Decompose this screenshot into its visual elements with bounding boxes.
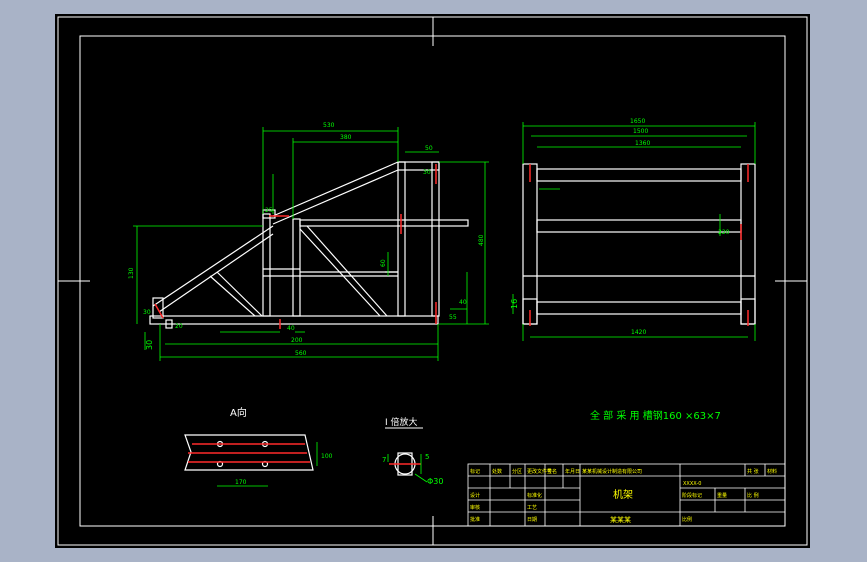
dim-text-second: 380 xyxy=(340,134,352,141)
tb-zone: 分区 xyxy=(512,468,522,475)
tb-ymd: 年月日 xyxy=(565,468,580,475)
front-beam-top xyxy=(536,168,742,182)
detail-text-diameter: Φ30 xyxy=(427,477,443,486)
front-dim-text-third: 1360 xyxy=(635,140,650,147)
dim-text-small-c: 40 xyxy=(459,299,467,306)
front-dim-text-left: 16 xyxy=(510,299,519,309)
tb-project: 某某机械设计制造有限公司 xyxy=(582,468,642,475)
tb-sheet: 共 张 xyxy=(747,468,759,475)
tb-checker: 审核 xyxy=(470,504,480,511)
dim-text-small-a: 30 xyxy=(423,169,431,176)
front-post-right xyxy=(740,163,756,325)
material-note: 全 部 采 用 槽钢160 ×63×7 xyxy=(590,409,721,422)
tb-mark: 标记 xyxy=(470,468,480,475)
tb-date: 日期 xyxy=(527,517,537,523)
tb-sign: 签名 xyxy=(547,468,557,475)
side-view: 530 380 50 130 30 200 560 480 30 60 40 5… xyxy=(128,122,489,361)
front-dim-text-second: 1500 xyxy=(633,128,648,135)
tb-weight: 重量 xyxy=(717,492,727,499)
diag-2a xyxy=(209,275,256,317)
tb-approver: 批准 xyxy=(470,516,480,523)
front-beam-bottom xyxy=(536,301,742,315)
title-block: 标记 处数 分区 更改文件号 签名 年月日 设计 标准化 审核 工艺 批准 日期… xyxy=(467,463,786,527)
detail-view: I 倍放大 5 7 Φ30 xyxy=(382,416,443,486)
front-beam-mid xyxy=(536,219,742,233)
detail-title: I 倍放大 xyxy=(385,416,418,428)
dim-text-left-height: 130 xyxy=(128,267,135,279)
dim-text-bottom-mid: 200 xyxy=(291,337,303,344)
dim-text-small-b: 60 xyxy=(380,259,387,267)
incline-lower-1 xyxy=(152,225,274,307)
dim-text-bottom-overall: 560 xyxy=(295,350,307,357)
right-post-front xyxy=(397,161,406,317)
tb-std: 标准化 xyxy=(527,492,542,499)
base-beam xyxy=(149,315,439,325)
a-dim-text-bottom: 170 xyxy=(235,479,247,486)
front-dim-text-top: 1650 xyxy=(630,118,645,125)
dim-text-small-h: 30 xyxy=(143,309,151,316)
tb-scale: 比例 xyxy=(682,516,692,523)
dim-text-small-g: 20 xyxy=(175,323,183,330)
detail-text-5: 5 xyxy=(425,453,429,461)
a-view-title: A向 xyxy=(230,406,247,419)
mid-post-2 xyxy=(292,218,301,317)
dim-text-right-height: 480 xyxy=(478,234,485,246)
dim-text-top: 530 xyxy=(323,122,335,129)
dim-text-small-e: 25 xyxy=(265,207,273,214)
diag-2b xyxy=(216,271,263,317)
tb-stage: 阶段标记 xyxy=(682,492,702,499)
tb-company: 某某某 xyxy=(610,516,631,524)
tb-drawing-no: XXXX-0 xyxy=(683,481,701,487)
dim-text-small-f: 40 xyxy=(287,325,295,332)
front-dim-text-bottom: 1420 xyxy=(631,329,646,336)
a-dim-text-right: 100 xyxy=(321,453,333,460)
incline-upper-2 xyxy=(272,169,399,225)
top-cap xyxy=(397,161,440,171)
dim-text-small-d: 55 xyxy=(449,314,457,321)
front-dim-text-mid: 220 xyxy=(718,229,730,236)
right-post-back xyxy=(431,161,440,317)
tb-count: 处数 xyxy=(492,468,502,475)
tb-drawing-name: 机架 xyxy=(613,488,633,501)
drawing-sheet: 530 380 50 130 30 200 560 480 30 60 40 5… xyxy=(55,14,810,548)
detail-text-7: 7 xyxy=(382,456,386,464)
incline-upper-1 xyxy=(272,161,399,217)
horizontal-arm xyxy=(299,219,469,227)
tb-process: 工艺 xyxy=(527,505,537,511)
a-view: A向 100 170 xyxy=(184,406,333,487)
tb-designer: 设计 xyxy=(470,492,480,499)
front-post-left xyxy=(522,163,538,325)
diag-1b xyxy=(306,225,388,317)
tb-material: 材料 xyxy=(767,468,777,475)
cad-drawing: 530 380 50 130 30 200 560 480 30 60 40 5… xyxy=(57,16,808,546)
incline-lower-2 xyxy=(158,233,274,313)
dim-text-left-bottom: 30 xyxy=(145,340,154,350)
front-view: 1650 1500 1360 1420 16 220 xyxy=(510,118,756,341)
dim-text-small: 50 xyxy=(425,145,433,152)
detail-leader xyxy=(414,473,428,483)
tb-ratio: 比 例 xyxy=(747,492,759,499)
